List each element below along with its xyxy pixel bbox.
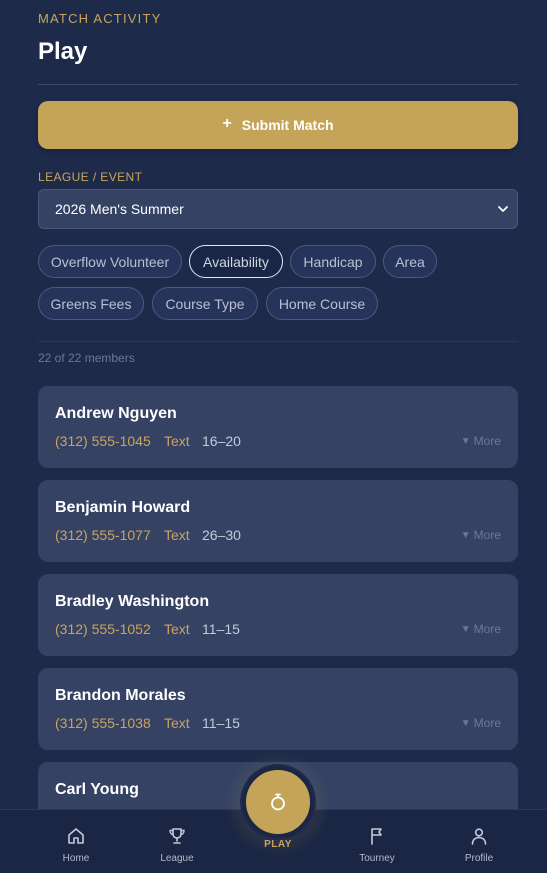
member-handicap-range: 16–20 bbox=[202, 433, 241, 449]
tab-profile[interactable]: Profile bbox=[439, 810, 519, 873]
more-label: More bbox=[473, 434, 501, 448]
submit-match-label: Submit Match bbox=[241, 117, 334, 133]
list-divider bbox=[38, 341, 518, 342]
page-title: Play bbox=[38, 38, 88, 65]
filter-chip-handicap[interactable]: Handicap bbox=[290, 245, 376, 278]
member-phone-link[interactable]: (312) 555-1038 bbox=[55, 715, 151, 731]
member-name: Carl Young bbox=[55, 781, 139, 798]
caret-down-icon: ▼ bbox=[460, 529, 471, 541]
filter-chip-home-course[interactable]: Home Course bbox=[266, 287, 378, 320]
tab-profile-label: Profile bbox=[464, 853, 494, 864]
member-text-link[interactable]: Text bbox=[164, 715, 190, 731]
chevron-down-icon bbox=[498, 206, 508, 212]
caret-down-icon: ▼ bbox=[460, 435, 471, 447]
member-handicap-range: 11–15 bbox=[202, 621, 240, 637]
tab-tourney[interactable]: Tourney bbox=[337, 810, 417, 873]
tab-play-label: PLAY bbox=[264, 839, 292, 850]
more-label: More bbox=[473, 622, 501, 636]
league-event-select[interactable]: 2026 Men's Summer bbox=[38, 189, 518, 229]
page-eyebrow: MATCH ACTIVITY bbox=[38, 11, 162, 26]
more-toggle[interactable]: ▼ More bbox=[461, 622, 501, 636]
member-card[interactable]: Benjamin Howard (312) 555-1077 Text 26–3… bbox=[38, 480, 518, 562]
flag-icon bbox=[371, 828, 382, 845]
filter-chip-area[interactable]: Area bbox=[383, 245, 437, 278]
member-phone-link[interactable]: (312) 555-1077 bbox=[55, 527, 151, 543]
trophy-icon bbox=[169, 828, 185, 844]
caret-down-icon: ▼ bbox=[460, 623, 471, 635]
play-button[interactable] bbox=[242, 766, 314, 838]
plus-icon: + bbox=[222, 115, 232, 132]
member-count: 22 of 22 members bbox=[38, 351, 135, 365]
golf-ball-icon bbox=[271, 793, 285, 811]
more-toggle[interactable]: ▼ More bbox=[461, 434, 501, 448]
member-phone-link[interactable]: (312) 555-1052 bbox=[55, 621, 151, 637]
tab-league[interactable]: League bbox=[137, 810, 217, 873]
member-card[interactable]: Bradley Washington (312) 555-1052 Text 1… bbox=[38, 574, 518, 656]
league-event-label: LEAGUE / EVENT bbox=[38, 170, 143, 184]
member-text-link[interactable]: Text bbox=[164, 621, 190, 637]
more-toggle[interactable]: ▼ More bbox=[461, 528, 501, 542]
filter-chip-course-type[interactable]: Course Type bbox=[152, 287, 258, 320]
submit-match-button[interactable]: + Submit Match bbox=[38, 101, 518, 149]
tab-home-label: Home bbox=[62, 853, 90, 864]
more-label: More bbox=[473, 528, 501, 542]
caret-down-icon: ▼ bbox=[460, 717, 471, 729]
home-icon bbox=[68, 828, 84, 844]
league-event-value: 2026 Men's Summer bbox=[55, 201, 184, 217]
user-icon bbox=[471, 828, 487, 845]
member-name: Brandon Morales bbox=[55, 687, 186, 704]
filter-chip-overflow-volunteer[interactable]: Overflow Volunteer bbox=[38, 245, 182, 278]
member-handicap-range: 11–15 bbox=[202, 715, 240, 731]
member-card[interactable]: Andrew Nguyen (312) 555-1045 Text 16–20 … bbox=[38, 386, 518, 468]
member-name: Benjamin Howard bbox=[55, 499, 191, 516]
filter-chip-availability[interactable]: Availability bbox=[189, 245, 283, 278]
filter-chip-greens-fees[interactable]: Greens Fees bbox=[38, 287, 144, 320]
header-divider bbox=[38, 84, 518, 85]
member-handicap-range: 26–30 bbox=[202, 527, 241, 543]
more-toggle[interactable]: ▼ More bbox=[461, 716, 501, 730]
tab-tourney-label: Tourney bbox=[359, 853, 395, 864]
member-name: Bradley Washington bbox=[55, 593, 210, 610]
tab-home[interactable]: Home bbox=[36, 810, 116, 873]
member-phone-link[interactable]: (312) 555-1045 bbox=[55, 433, 151, 449]
member-card[interactable]: Brandon Morales (312) 555-1038 Text 11–1… bbox=[38, 668, 518, 750]
member-text-link[interactable]: Text bbox=[164, 433, 190, 449]
tab-league-label: League bbox=[160, 853, 194, 864]
member-text-link[interactable]: Text bbox=[164, 527, 190, 543]
member-name: Andrew Nguyen bbox=[55, 405, 177, 422]
more-label: More bbox=[473, 716, 501, 730]
